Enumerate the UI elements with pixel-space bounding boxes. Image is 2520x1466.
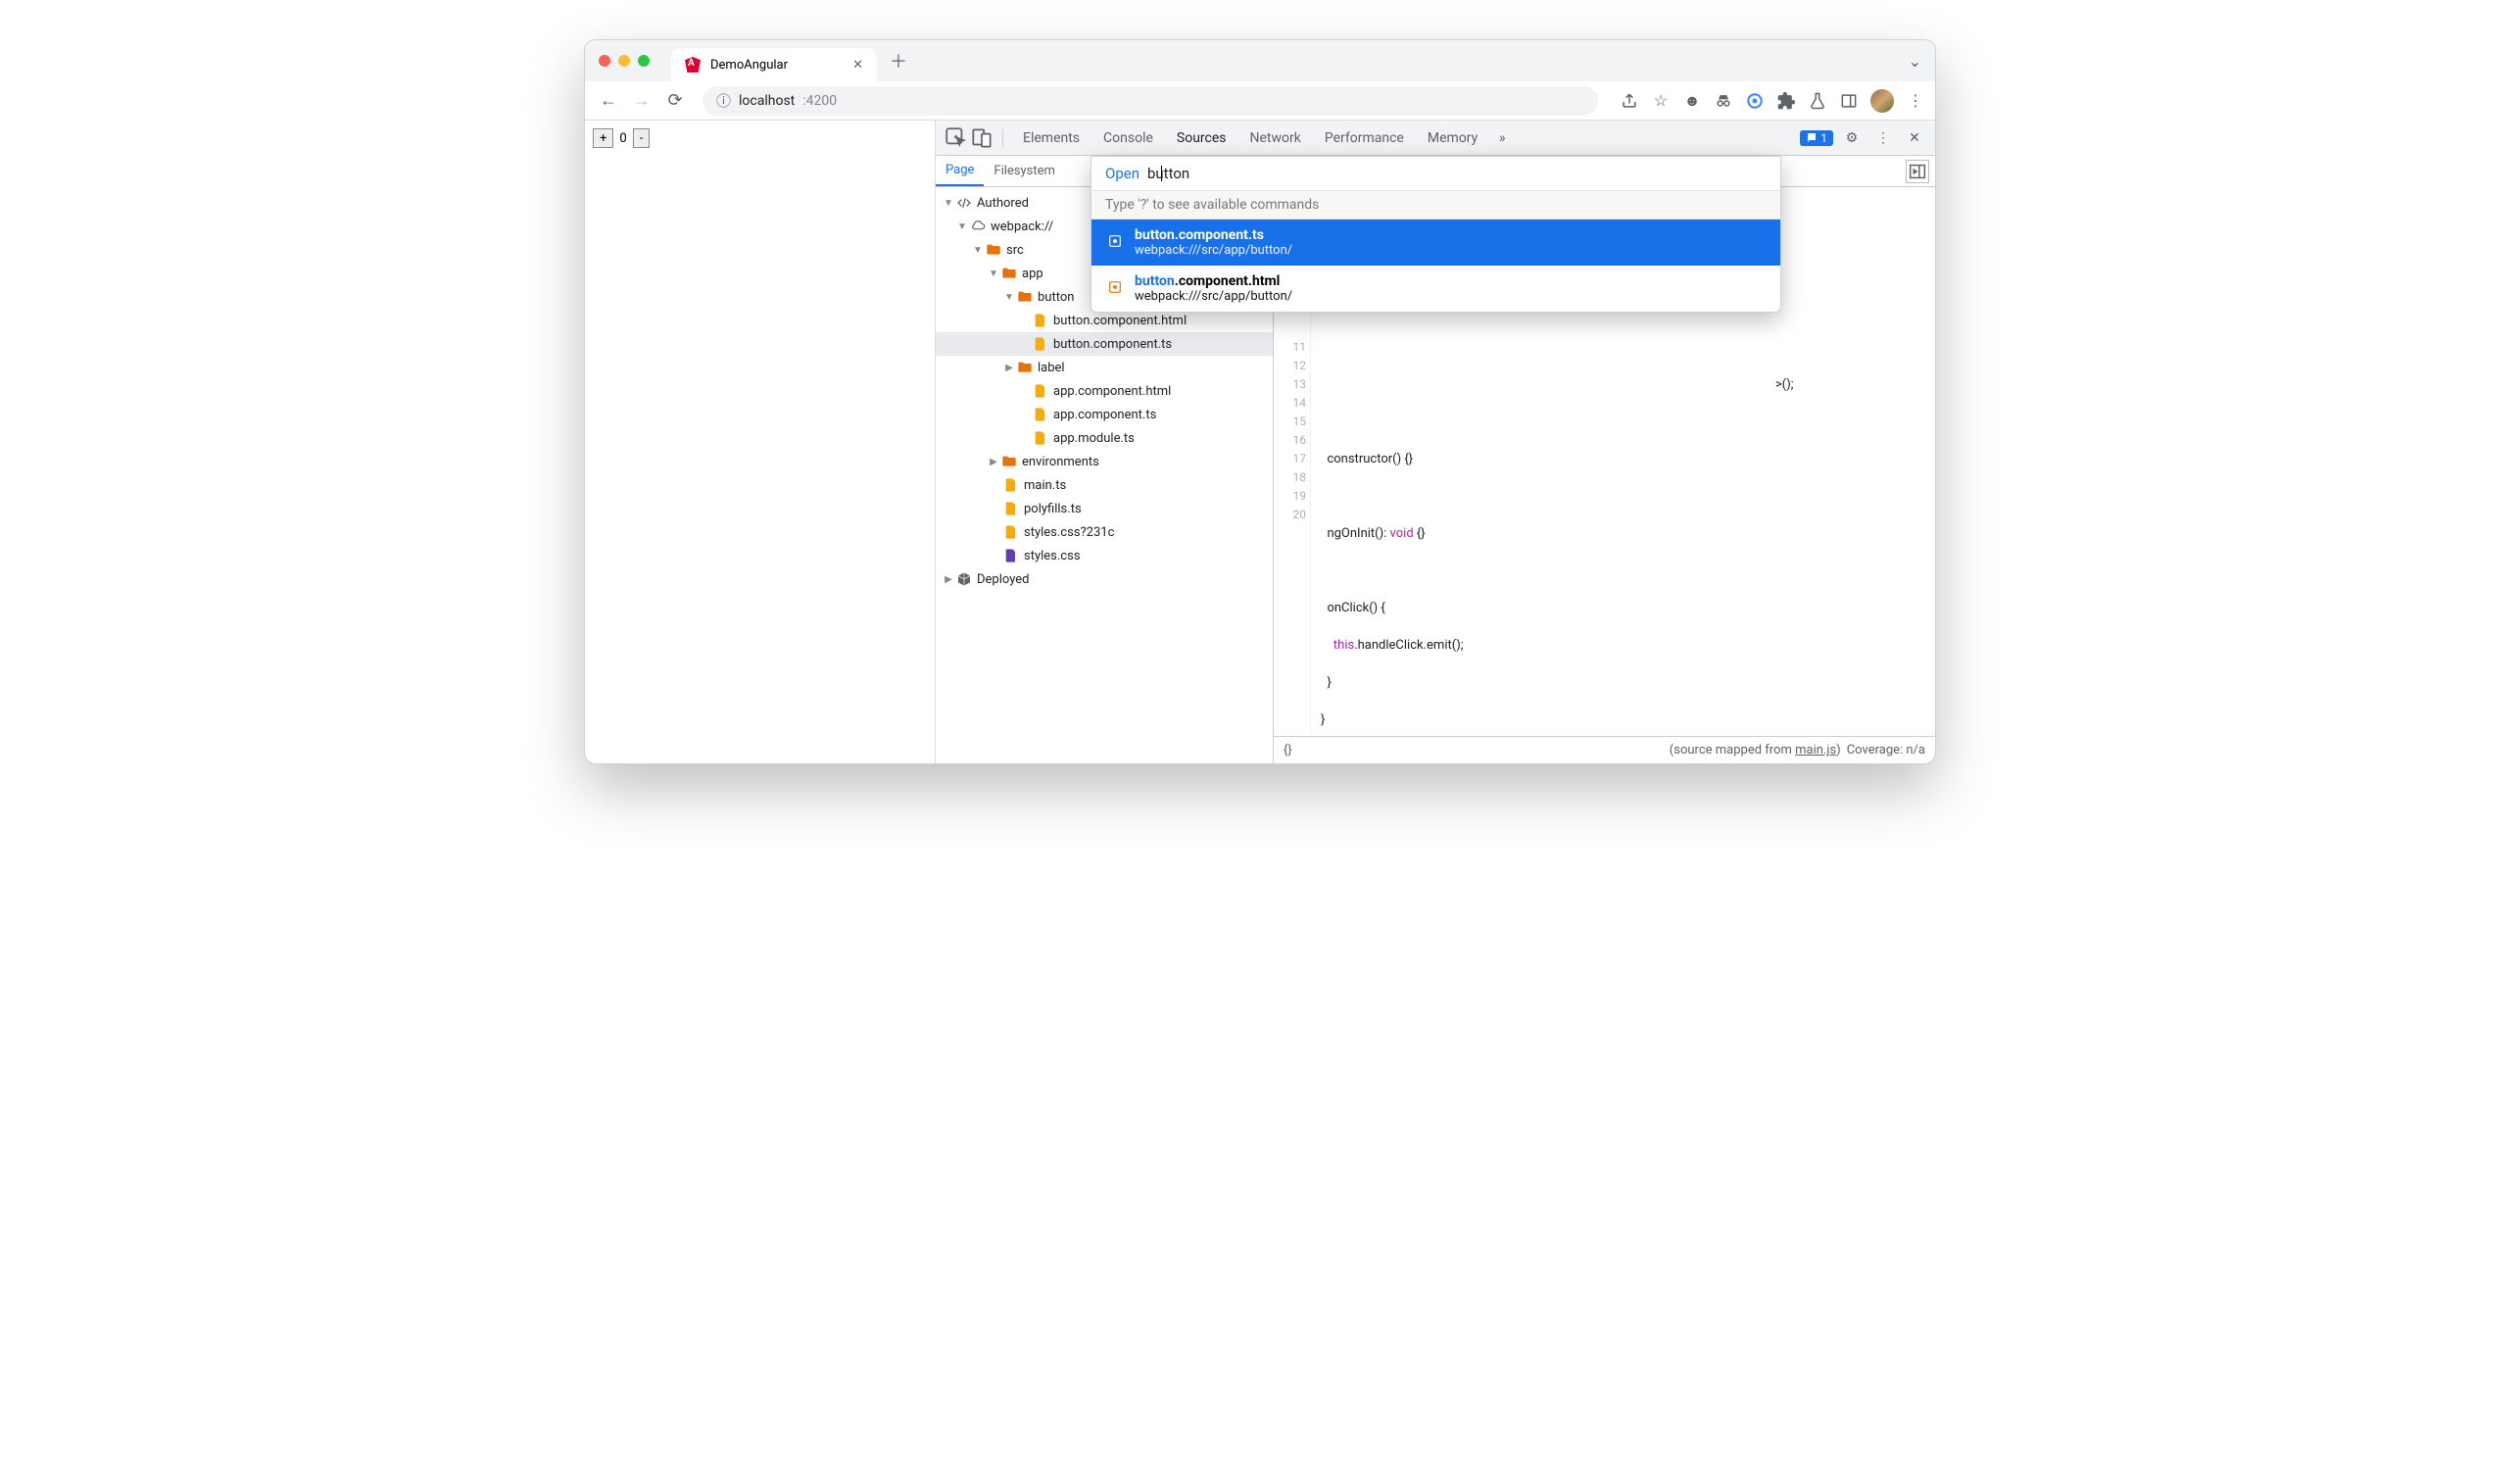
tree-environments[interactable]: ▶environments <box>936 450 1273 473</box>
open-file-hint: Type '?' to see available commands <box>1091 190 1780 220</box>
open-label: Open <box>1105 165 1139 182</box>
chrome-menu-icon[interactable]: ⋮ <box>1906 91 1925 111</box>
coverage-info: Coverage: n/a <box>1847 743 1925 757</box>
folder-icon <box>1000 265 1018 282</box>
page-viewport: + 0 - <box>585 121 936 763</box>
file-icon <box>1032 382 1049 400</box>
back-button[interactable]: ← <box>595 87 622 115</box>
ext-incognito-icon[interactable] <box>1714 91 1733 111</box>
forward-button[interactable]: → <box>628 87 655 115</box>
tab-page[interactable]: Page <box>936 156 984 186</box>
tab-memory[interactable]: Memory <box>1416 121 1489 156</box>
tree-deployed[interactable]: ▶Deployed <box>936 567 1273 591</box>
tree-styles[interactable]: styles.css <box>936 544 1273 567</box>
tab-sources[interactable]: Sources <box>1165 121 1238 156</box>
tab-title: DemoAngular <box>710 58 788 73</box>
file-icon <box>1032 406 1049 423</box>
decrement-button[interactable]: - <box>633 128 651 148</box>
file-result-icon <box>1107 233 1123 249</box>
profile-avatar[interactable] <box>1870 89 1894 113</box>
window-controls <box>599 55 650 67</box>
folder-icon <box>985 241 1002 259</box>
tree-app-module[interactable]: app.module.ts <box>936 426 1273 450</box>
tree-label-folder[interactable]: ▶label <box>936 356 1273 379</box>
device-mode-icon[interactable] <box>969 125 994 151</box>
browser-window: DemoAngular ✕ ＋ ⌄ ← → ⟳ ⓘ localhost :4200… <box>584 39 1936 764</box>
tree-main[interactable]: main.ts <box>936 473 1273 497</box>
editor-statusbar: {} (source mapped from main.js) Coverage… <box>1274 736 1935 763</box>
cloud-icon <box>969 218 987 235</box>
folder-icon <box>1016 288 1034 306</box>
open-result-button-html[interactable]: button.component.html webpack:///src/app… <box>1091 266 1780 312</box>
browser-tab[interactable]: DemoAngular ✕ <box>671 48 877 81</box>
close-devtools-icon[interactable]: ✕ <box>1902 125 1927 151</box>
site-info-icon[interactable]: ⓘ <box>716 90 731 111</box>
file-icon <box>1002 500 1020 517</box>
devtools-tabs: Elements Console Sources Network Perform… <box>936 121 1935 156</box>
devtools: Elements Console Sources Network Perform… <box>936 121 1935 763</box>
file-result-icon <box>1107 279 1123 295</box>
devtools-menu-icon[interactable]: ⋮ <box>1870 125 1896 151</box>
tree-app-html[interactable]: app.component.html <box>936 379 1273 403</box>
minimize-window[interactable] <box>618 55 630 67</box>
toolbar-extensions: ☆ ☻ ⋮ <box>1620 89 1925 113</box>
open-result-button-ts[interactable]: button.component.ts webpack:///src/app/b… <box>1091 220 1780 266</box>
file-icon <box>1032 312 1049 329</box>
code-icon <box>955 194 973 212</box>
file-css-icon <box>1002 547 1020 564</box>
titlebar: DemoAngular ✕ ＋ ⌄ <box>585 40 1935 81</box>
counter-value: 0 <box>619 131 626 146</box>
tab-elements[interactable]: Elements <box>1011 121 1091 156</box>
ext-smiley-icon[interactable]: ☻ <box>1682 91 1702 111</box>
ext-shield-icon[interactable] <box>1745 91 1765 111</box>
angular-icon <box>685 57 701 73</box>
source-map-info: (source mapped from main.js) <box>1670 743 1841 757</box>
share-icon[interactable] <box>1620 91 1639 111</box>
inspect-icon[interactable] <box>944 125 969 151</box>
issues-badge[interactable]: 1 <box>1800 130 1833 146</box>
open-file-dialog: Open button Type '?' to see available co… <box>1090 156 1781 313</box>
tab-filesystem[interactable]: Filesystem <box>984 156 1065 186</box>
url-input[interactable]: ⓘ localhost :4200 <box>703 86 1598 116</box>
reload-button[interactable]: ⟳ <box>661 87 689 115</box>
settings-icon[interactable]: ⚙ <box>1839 125 1865 151</box>
open-file-input-row[interactable]: Open button <box>1091 157 1780 190</box>
file-icon <box>1032 429 1049 447</box>
tab-performance[interactable]: Performance <box>1313 121 1416 156</box>
pretty-print-icon[interactable]: {} <box>1284 743 1313 757</box>
maximize-window[interactable] <box>638 55 650 67</box>
tab-network[interactable]: Network <box>1238 121 1313 156</box>
counter-controls: + 0 - <box>593 128 927 148</box>
open-file-query[interactable]: button <box>1147 165 1189 182</box>
tree-button-ts[interactable]: button.component.ts <box>936 332 1273 356</box>
file-icon <box>1032 335 1049 353</box>
folder-icon <box>1000 453 1018 470</box>
close-tab-icon[interactable]: ✕ <box>852 58 863 73</box>
drawer-toggle-icon[interactable] <box>1906 160 1929 183</box>
close-window[interactable] <box>599 55 610 67</box>
file-icon <box>1002 523 1020 541</box>
url-port: :4200 <box>802 93 837 109</box>
increment-button[interactable]: + <box>593 128 613 148</box>
tab-overflow-icon[interactable]: ⌄ <box>1909 52 1921 71</box>
extensions-icon[interactable] <box>1776 91 1796 111</box>
tree-app-ts[interactable]: app.component.ts <box>936 403 1273 426</box>
file-icon <box>1002 476 1020 494</box>
source-map-link[interactable]: main.js <box>1795 743 1836 757</box>
more-tabs-icon[interactable]: » <box>1489 125 1515 151</box>
ext-flask-icon[interactable] <box>1808 91 1827 111</box>
ext-panel-icon[interactable] <box>1839 91 1859 111</box>
cube-icon <box>955 570 973 588</box>
tree-polyfills[interactable]: polyfills.ts <box>936 497 1273 520</box>
address-bar: ← → ⟳ ⓘ localhost :4200 ☆ ☻ ⋮ <box>585 81 1935 121</box>
tree-styles-q[interactable]: styles.css?231c <box>936 520 1273 544</box>
folder-icon <box>1016 359 1034 376</box>
tab-console[interactable]: Console <box>1091 121 1165 156</box>
bookmark-icon[interactable]: ☆ <box>1651 91 1671 111</box>
new-tab-button[interactable]: ＋ <box>885 47 912 74</box>
url-host: localhost <box>739 93 795 109</box>
